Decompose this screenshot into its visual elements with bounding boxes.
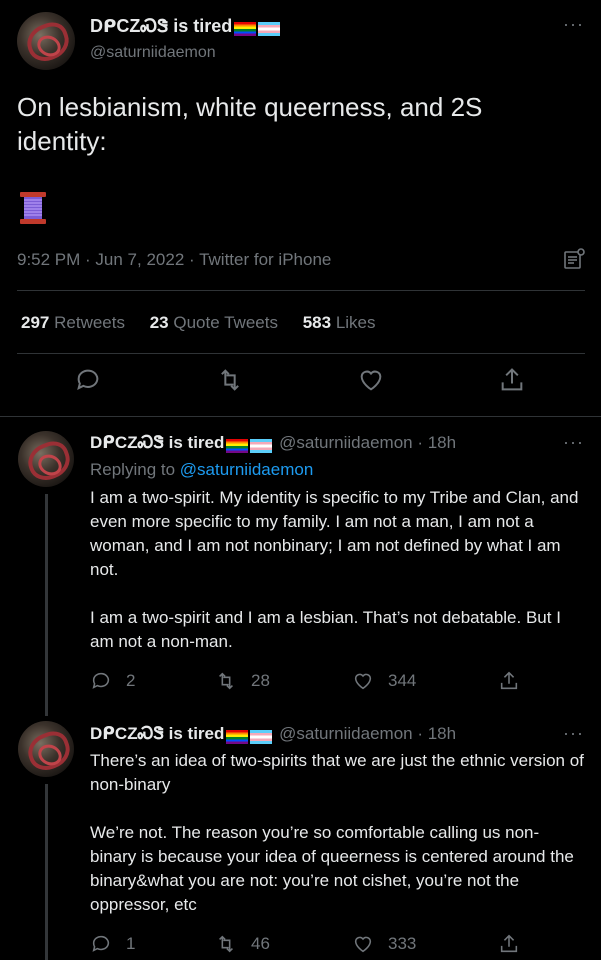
handle-time[interactable]: @saturniidaemon · 18h <box>279 724 456 743</box>
reply-count: 1 <box>126 934 136 953</box>
reply-button[interactable]: 2 <box>90 670 135 692</box>
tweet-actions <box>0 366 601 402</box>
more-options-button[interactable]: ··· <box>563 14 584 35</box>
retweet-icon <box>219 672 233 690</box>
thread-line <box>45 784 48 960</box>
retweet-button[interactable]: 46 <box>215 933 270 955</box>
tweet-stats: 297 Retweets 23 Quote Tweets 583 Likes <box>21 313 396 333</box>
retweet-icon[interactable] <box>216 366 244 394</box>
more-options-button[interactable]: ··· <box>563 723 584 744</box>
replying-to: Replying to @saturniidaemon <box>90 460 314 479</box>
tweet-meta[interactable]: 9:52 PM · Jun 7, 2022 · Twitter for iPho… <box>17 250 331 270</box>
display-name[interactable]: DᑭCZᏍᏕ is tired <box>90 433 224 452</box>
thread-spool-icon <box>20 192 46 224</box>
retweets-stat[interactable]: 297 Retweets <box>21 313 125 332</box>
retweet-count: 28 <box>251 671 270 690</box>
tweet-paragraph: I am a two-spirit and I am a lesbian. Th… <box>90 608 561 651</box>
likes-stat[interactable]: 583 Likes <box>303 313 376 332</box>
pride-flags <box>226 435 274 455</box>
share-button[interactable] <box>498 670 534 692</box>
retweet-icon <box>219 935 233 953</box>
avatar[interactable] <box>17 12 75 70</box>
share-icon <box>500 934 518 953</box>
tweet-text: On lesbianism, white queerness, and 2S i… <box>17 92 483 156</box>
more-options-button[interactable]: ··· <box>563 432 584 453</box>
replying-to-link[interactable]: @saturniidaemon <box>180 460 314 479</box>
retweet-button[interactable]: 28 <box>215 670 270 692</box>
tweet-header: DᑭCZᏍᏕ is tired @saturniidaemon · 18h <box>90 433 456 455</box>
pride-flags <box>234 18 282 39</box>
display-name[interactable]: DᑭCZᏍᏕ is tired <box>90 16 232 36</box>
section-divider <box>0 416 601 417</box>
tweet-body: There’s an idea of two-spirits that we a… <box>90 749 585 917</box>
thread-line <box>45 494 48 716</box>
rainbow-flag-icon <box>226 729 249 744</box>
trans-flag-icon <box>250 729 273 744</box>
reply-icon <box>92 672 110 689</box>
share-button[interactable] <box>498 933 534 955</box>
trans-flag-icon <box>250 438 273 453</box>
tweet-action-bar: 2 28 344 <box>90 670 585 696</box>
avatar[interactable] <box>18 721 74 777</box>
share-icon <box>500 671 518 690</box>
like-count: 333 <box>388 934 417 953</box>
reply-icon[interactable] <box>74 366 102 394</box>
display-name[interactable]: DᑭCZᏍᏕ is tired <box>90 724 224 743</box>
divider <box>17 353 585 354</box>
avatar[interactable] <box>18 431 74 487</box>
handle-time[interactable]: @saturniidaemon · 18h <box>279 433 456 452</box>
tweet-paragraph: I am a two-spirit. My identity is specif… <box>90 488 579 579</box>
like-icon[interactable] <box>357 366 385 394</box>
rainbow-flag-icon <box>226 438 249 453</box>
reply-button[interactable]: 1 <box>90 933 135 955</box>
like-count: 344 <box>388 671 417 690</box>
retweet-count: 46 <box>251 934 270 953</box>
tweet-action-bar: 1 46 333 <box>90 933 585 959</box>
reply-icon <box>92 935 110 952</box>
share-icon[interactable] <box>498 366 526 394</box>
trans-flag-icon <box>258 22 281 37</box>
tweet-header: DᑭCZᏍᏕ is tired @saturniidaemon · 18h <box>90 724 456 746</box>
divider <box>17 290 585 291</box>
pride-flags <box>226 726 274 746</box>
like-button[interactable]: 344 <box>352 670 416 692</box>
reply-count: 2 <box>126 671 136 690</box>
like-icon <box>354 936 372 953</box>
like-button[interactable]: 333 <box>352 933 416 955</box>
analytics-icon[interactable] <box>562 247 586 271</box>
handle[interactable]: @saturniidaemon <box>90 44 216 62</box>
like-icon <box>354 673 372 690</box>
rainbow-flag-icon <box>234 22 257 37</box>
tweet-paragraph: There’s an idea of two-spirits that we a… <box>90 751 584 794</box>
quote-tweets-stat[interactable]: 23 Quote Tweets <box>150 313 278 332</box>
tweet-paragraph: We’re not. The reason you’re so comforta… <box>90 823 574 914</box>
tweet-body: I am a two-spirit. My identity is specif… <box>90 486 585 654</box>
display-name-row[interactable]: DᑭCZᏍᏕ is tired <box>90 16 282 39</box>
